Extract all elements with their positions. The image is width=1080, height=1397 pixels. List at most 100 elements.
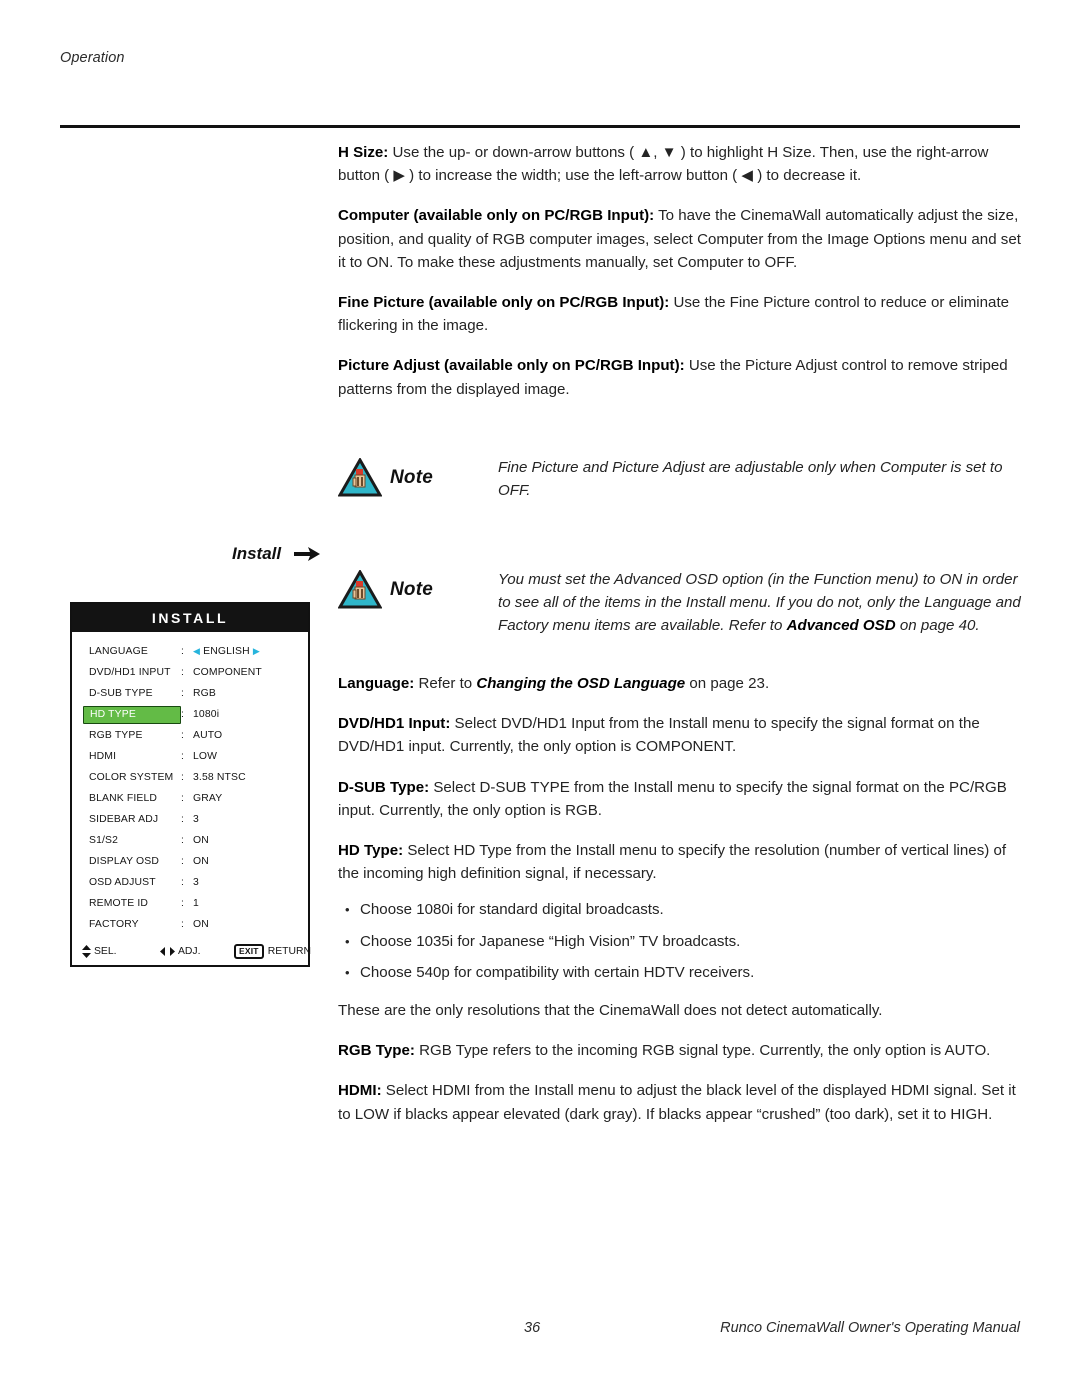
osd-row-label: SIDEBAR ADJ [89, 814, 159, 825]
osd-footer-adjust-label: ADJ. [178, 946, 201, 957]
paragraph-computer: Computer (available only on PC/RGB Input… [338, 204, 1022, 274]
note-triangle-icon [338, 458, 382, 497]
osd-row-value: ON [193, 835, 209, 846]
osd-row-colon: : [181, 646, 185, 657]
note-triangle-icon [338, 570, 382, 609]
note-text: Fine Picture and Picture Adjust are adju… [498, 459, 1003, 500]
osd-row-hdmi[interactable]: HDMI : LOW [72, 746, 308, 767]
osd-row-sidebar-adj[interactable]: SIDEBAR ADJ : 3 [72, 809, 308, 830]
left-arrow-icon[interactable]: ◀ [193, 646, 200, 656]
paragraph-lead: Fine Picture (available only on PC/RGB I… [338, 294, 670, 312]
header-rule [60, 125, 1020, 128]
note-emphasis: Advanced OSD [786, 617, 896, 635]
paragraph-rgb-type: RGB Type: RGB Type refers to the incomin… [338, 1039, 1022, 1062]
note-label: Note [390, 467, 434, 488]
up-down-arrow-icon [82, 945, 91, 958]
note-marker: Note [338, 456, 498, 498]
osd-footer-adjust: ADJ. [160, 946, 234, 957]
osd-row-value: AUTO [193, 730, 223, 741]
paragraph-lead: Picture Adjust (available only on PC/RGB… [338, 357, 685, 375]
osd-row-dvd-hd1-input[interactable]: DVD/HD1 INPUT : COMPONENT [72, 662, 308, 683]
install-callout-label: Install [232, 544, 282, 563]
osd-row-value: COMPONENT [193, 667, 262, 678]
osd-row-value: ON [193, 919, 209, 930]
paragraph-text: These are the only resolutions that the … [338, 1002, 883, 1020]
osd-row-colon: : [181, 667, 185, 678]
osd-row-colon: : [181, 751, 185, 762]
osd-row-colon: : [181, 793, 185, 804]
osd-row-s1-s2[interactable]: S1/S2 : ON [72, 830, 308, 851]
paragraph-lead: D-SUB Type: [338, 778, 430, 796]
osd-row-colon: : [181, 919, 185, 930]
note-block-advanced-osd: Note You must set the Advanced OSD optio… [338, 568, 1022, 638]
osd-row-value: 3.58 NTSC [193, 772, 246, 783]
lower-text-column: Language: Refer to Changing the OSD Lang… [338, 672, 1022, 1126]
paragraph-tail: on page 23. [685, 675, 770, 692]
paragraph-lead: Language: [338, 675, 415, 692]
paragraph-resolutions-note: These are the only resolutions that the … [338, 999, 1022, 1022]
paragraph-hdmi: HDMI: Select HDMI from the Install menu … [338, 1079, 1022, 1125]
right-arrow-icon[interactable]: ▶ [253, 646, 260, 656]
osd-footer-return: EXIT RETURN [234, 944, 311, 959]
paragraph-text: RGB Type refers to the incoming RGB sign… [414, 1042, 991, 1060]
osd-row-label: REMOTE ID [89, 898, 149, 909]
paragraph-emphasis: Changing the OSD Language [476, 675, 686, 692]
osd-row-factory[interactable]: FACTORY : ON [72, 914, 308, 935]
osd-row-d-sub-type[interactable]: D-SUB TYPE : RGB [72, 683, 308, 704]
osd-row-label: OSD ADJUST [89, 877, 156, 888]
osd-row-value: LOW [193, 751, 218, 762]
osd-install-menu: INSTALL LANGUAGE : ◀ ENGLISH ▶ DVD/HD1 I… [70, 602, 311, 967]
page-number: 36 [524, 1320, 541, 1336]
paragraph-text: Select HDMI from the Install menu to adj… [338, 1082, 1016, 1123]
osd-value-text: ENGLISH [203, 646, 250, 657]
list-item: Choose 1080i for standard digital broadc… [345, 898, 1022, 921]
paragraph-hd-type: HD Type: Select HD Type from the Install… [338, 839, 1022, 885]
paragraph-h-size: H Size: Use the up- or down-arrow button… [338, 141, 1022, 187]
osd-row-value: ON [193, 856, 209, 867]
paragraph-d-sub-type: D-SUB Type: Select D-SUB TYPE from the I… [338, 776, 1022, 822]
osd-row-value: 1 [193, 898, 199, 909]
osd-row-colon: : [181, 835, 185, 846]
osd-row-label: DISPLAY OSD [89, 856, 159, 867]
osd-footer-return-label: RETURN [267, 946, 311, 957]
osd-row-osd-adjust[interactable]: OSD ADJUST : 3 [72, 872, 308, 893]
install-callout: Install [232, 544, 321, 564]
list-item: Choose 1035i for Japanese “High Vision” … [345, 930, 1022, 953]
osd-row-colon: : [181, 814, 185, 825]
osd-row-colon: : [181, 772, 185, 783]
osd-row-label: S1/S2 [89, 835, 119, 846]
osd-row-color-system[interactable]: COLOR SYSTEM : 3.58 NTSC [72, 767, 308, 788]
paragraph-dvd-hd1-input: DVD/HD1 Input: Select DVD/HD1 Input from… [338, 712, 1022, 758]
paragraph-lead: H Size: [338, 144, 389, 161]
osd-row-rgb-type[interactable]: RGB TYPE : AUTO [72, 725, 308, 746]
osd-row-hd-type[interactable]: HD TYPE : 1080i [72, 704, 308, 725]
osd-row-blank-field[interactable]: BLANK FIELD : GRAY [72, 788, 308, 809]
osd-row-language[interactable]: LANGUAGE : ◀ ENGLISH ▶ [72, 641, 308, 662]
paragraph-fine-picture: Fine Picture (available only on PC/RGB I… [338, 291, 1022, 337]
osd-row-colon: : [181, 898, 185, 909]
osd-footer-select: SEL. [82, 945, 160, 958]
osd-row-colon: : [181, 856, 185, 867]
osd-title-bar: INSTALL [72, 604, 308, 632]
osd-row-label: HD TYPE [83, 705, 181, 724]
osd-footer-bar: SEL. ADJ. EXIT RETURN [72, 941, 311, 965]
osd-footer-select-label: SEL. [94, 946, 117, 957]
osd-row-label: HDMI [89, 751, 117, 762]
hd-type-bullet-list: Choose 1080i for standard digital broadc… [338, 898, 1022, 984]
osd-row-value: RGB [193, 688, 216, 699]
left-right-arrow-icon [160, 947, 175, 956]
osd-row-label: D-SUB TYPE [89, 688, 153, 699]
osd-row-display-osd[interactable]: DISPLAY OSD : ON [72, 851, 308, 872]
osd-row-value: ◀ ENGLISH ▶ [193, 646, 308, 658]
osd-row-value: 3 [193, 814, 199, 825]
osd-row-label: LANGUAGE [89, 646, 148, 657]
exit-button[interactable]: EXIT [234, 944, 264, 959]
osd-row-colon: : [181, 730, 185, 741]
osd-row-label: BLANK FIELD [89, 793, 158, 804]
paragraph-mid: Refer to [414, 675, 477, 692]
list-item: Choose 540p for compatibility with certa… [345, 961, 1022, 984]
osd-row-remote-id[interactable]: REMOTE ID : 1 [72, 893, 308, 914]
paragraph-language: Language: Refer to Changing the OSD Lang… [338, 672, 1022, 695]
note-block-computer-off: Note Fine Picture and Picture Adjust are… [338, 456, 1022, 502]
paragraph-lead: RGB Type: [338, 1042, 415, 1060]
